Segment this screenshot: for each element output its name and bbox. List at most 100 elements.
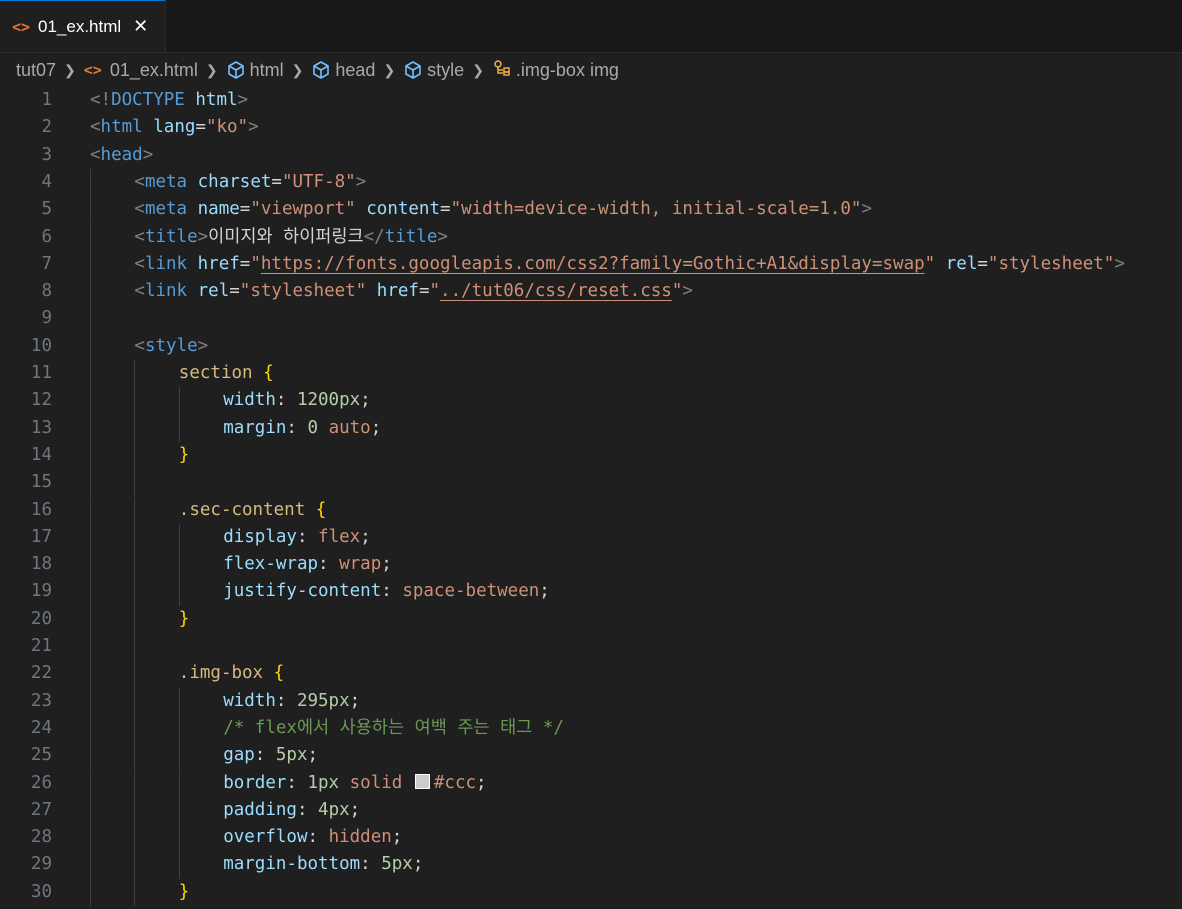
code-line[interactable]: 20} [0, 605, 1182, 633]
breadcrumb-item-folder[interactable]: tut07 [16, 60, 56, 81]
code-line[interactable]: 25 gap: 5px; [0, 742, 1182, 770]
token-tag: link [144, 253, 188, 274]
indent-guide [134, 878, 136, 906]
token-text: = [239, 199, 251, 220]
code-text: <meta name="viewport" content="width=dev… [134, 196, 872, 223]
code-line[interactable]: 19 justify-content: space-between; [0, 578, 1182, 606]
code-line[interactable]: 24 /* flex에서 사용하는 여백 주는 태그 */ [0, 714, 1182, 743]
code-line[interactable]: 14} [0, 441, 1182, 470]
code-text: } [179, 606, 190, 633]
token-prop: flex-wrap [223, 554, 319, 575]
token-num: 295px [296, 690, 350, 711]
indent-guide [90, 578, 91, 606]
indent-guide [178, 387, 180, 415]
code-line[interactable]: 9 [0, 305, 1182, 333]
code-line[interactable]: 1 <!DOCTYPE html> [0, 87, 1182, 114]
token-text: : [381, 581, 403, 602]
code-line[interactable]: 28 overflow: hidden; [0, 824, 1182, 852]
code-line[interactable]: 22 .img-box { [0, 660, 1182, 688]
code-line[interactable]: 18 flex-wrap: wrap; [0, 551, 1182, 579]
token-val: solid [349, 772, 403, 793]
token-punct: > [1114, 253, 1125, 274]
indent-guide [90, 824, 91, 852]
code-line[interactable]: 29 margin-bottom: 5px; [0, 851, 1182, 879]
breadcrumb-item-html[interactable]: html [226, 60, 284, 81]
chevron-right-icon: ❯ [205, 61, 218, 78]
line-number: 30 [30, 881, 52, 902]
indent-guide [90, 660, 91, 688]
indent-guide [178, 769, 180, 797]
breadcrumb-item-file[interactable]: <> 01_ex.html [84, 60, 198, 81]
indent-guide [134, 633, 136, 661]
code-line[interactable]: 13 margin: 0 auto; [0, 414, 1182, 442]
line-number: 9 [41, 308, 52, 329]
token-num: 5px [275, 745, 308, 766]
token-url[interactable]: https://fonts.googleapis.com/css2?family… [261, 254, 925, 274]
token-attr: lang [153, 117, 196, 138]
token-text: ; [349, 690, 361, 711]
code-text: <meta charset="UTF-8"> [134, 169, 366, 196]
code-line[interactable]: 5 <meta name="viewport" content="width=de… [0, 196, 1182, 224]
close-icon[interactable]: ✕ [133, 16, 148, 37]
code-line[interactable]: 12 width: 1200px; [0, 387, 1182, 415]
code-line[interactable]: 30} [0, 878, 1182, 906]
code-line[interactable]: 3 <head> [0, 142, 1182, 169]
token-val: auto [328, 417, 371, 438]
indent-guide [134, 742, 136, 770]
code-line[interactable]: 8 <link rel="stylesheet" href="../tut06/c… [0, 278, 1182, 306]
indent-guide [90, 851, 91, 879]
code-text: flex-wrap: wrap; [223, 551, 392, 578]
code-line[interactable]: 26 border: 1px solid #ccc; [0, 769, 1182, 797]
indent-guide [90, 305, 91, 333]
line-number: 3 [41, 144, 52, 165]
color-swatch[interactable] [414, 773, 430, 789]
cube-icon [403, 60, 423, 80]
token-cmt: /* flex에서 사용하는 여백 주는 태그 */ [223, 717, 564, 738]
code-line[interactable]: 16 .sec-content { [0, 496, 1182, 524]
chevron-right-icon: ❯ [64, 61, 76, 78]
token-text: ; [412, 854, 424, 875]
token-url[interactable]: ../tut06/css/reset.css [440, 281, 672, 301]
breadcrumb-item-selector[interactable]: .img-box img [492, 58, 619, 83]
line-number: 19 [30, 581, 52, 602]
token-sel: section [178, 363, 253, 383]
token-tag: meta [144, 171, 188, 192]
indent-guide [178, 551, 180, 579]
code-line[interactable]: 6 <title>이미지와 하이퍼링크</title> [0, 223, 1182, 251]
token-val: space-between [402, 581, 540, 602]
code-line[interactable]: 27 padding: 4px; [0, 796, 1182, 825]
code-line[interactable]: 4 <meta charset="UTF-8"> [0, 168, 1182, 197]
tab-01-ex-html[interactable]: <> 01_ex.html ✕ [0, 0, 166, 52]
line-number: 24 [30, 717, 52, 738]
indent-guide [90, 469, 91, 497]
token-text: ; [307, 745, 319, 766]
indent-guide [90, 441, 91, 470]
code-line[interactable]: 23 width: 295px; [0, 687, 1182, 715]
breadcrumb-item-head[interactable]: head [311, 60, 375, 81]
breadcrumb-item-style[interactable]: style [403, 60, 464, 81]
code-line[interactable]: 21 [0, 633, 1182, 661]
line-number: 21 [30, 636, 52, 656]
line-number: 26 [30, 772, 52, 793]
code-line[interactable]: 7 <link href="https://fonts.googleapis.co… [0, 250, 1182, 279]
indent-guide [90, 332, 91, 360]
indent-guide [90, 278, 91, 306]
indent-guide [134, 796, 136, 825]
token-punct: < [134, 253, 145, 274]
code-line[interactable]: 10 <style> [0, 332, 1182, 360]
code-text: width: 295px; [223, 688, 360, 715]
token-num: 1px [307, 772, 340, 793]
code-line[interactable]: 17 display: flex; [0, 523, 1182, 552]
code-editor[interactable]: 1 <!DOCTYPE html> 2 <html lang="ko"> 3 <head>… [0, 87, 1182, 909]
code-text: } [179, 879, 190, 906]
code-text: <html lang="ko"> [90, 114, 259, 141]
code-line[interactable]: 15 [0, 469, 1182, 497]
indent-guide [90, 605, 91, 633]
code-line[interactable]: 11 section { [0, 360, 1182, 388]
code-line[interactable]: 2 <html lang="ko"> [0, 114, 1182, 141]
token-prop: border [223, 772, 287, 793]
